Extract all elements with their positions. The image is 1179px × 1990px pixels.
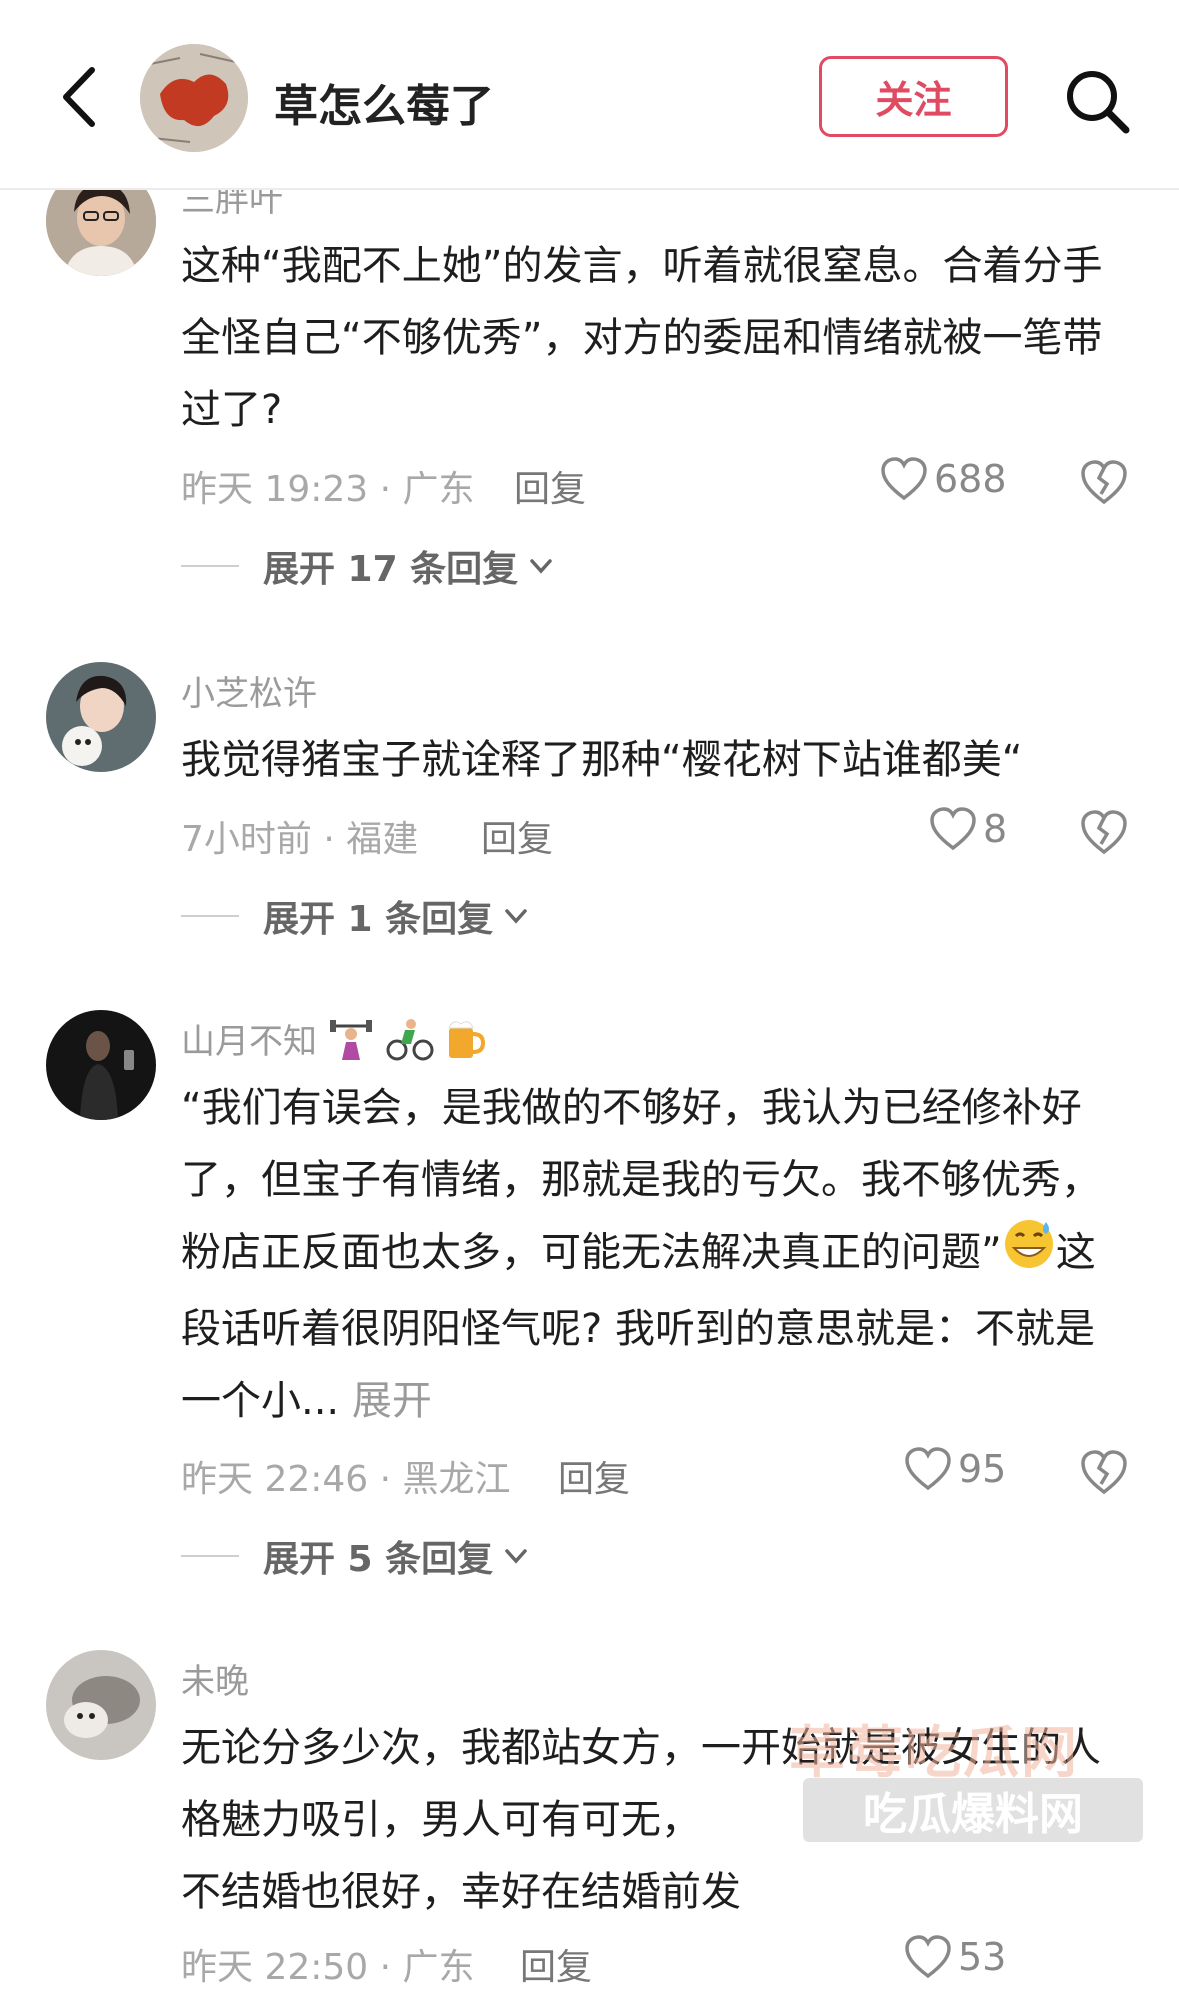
reply-button[interactable]: 回复: [520, 1938, 592, 1990]
heart-icon: [881, 457, 927, 501]
commenter-name[interactable]: 山月不知: [181, 1014, 486, 1071]
divider-line: [181, 1555, 239, 1557]
heart-icon: [930, 807, 976, 851]
comment-timestamp: 昨天 22:46 · 黑龙江: [181, 1459, 511, 1500]
expand-replies-button[interactable]: 展开 1 条回复: [181, 890, 529, 942]
like-count: 8: [983, 807, 1008, 851]
expand-replies-button[interactable]: 展开 5 条回复: [181, 1530, 529, 1582]
grinning-sweat-emoji: [1002, 1216, 1056, 1293]
commenter-name-text: 山月不知: [181, 1022, 317, 1062]
commenter-avatar[interactable]: [46, 662, 156, 772]
expand-replies-label: 展开 1 条回复: [263, 899, 494, 940]
commenter-avatar[interactable]: [46, 1010, 156, 1120]
commenter-name[interactable]: 未晚: [181, 1654, 249, 1703]
expand-text-link[interactable]: 展开: [352, 1378, 432, 1424]
follow-button[interactable]: 关注: [819, 56, 1008, 137]
like-count: 95: [958, 1447, 1007, 1491]
expand-replies-button[interactable]: 展开 17 条回复: [181, 540, 554, 592]
like-count: 53: [958, 1935, 1007, 1979]
expand-replies-label: 展开 5 条回复: [263, 1539, 494, 1580]
heart-icon: [905, 1447, 951, 1491]
comment-text: 我觉得猪宝子就诠释了那种“樱花树下站谁都美“: [181, 737, 1023, 783]
profile-avatar[interactable]: [140, 44, 248, 152]
like-button[interactable]: 8: [929, 806, 1007, 852]
commenter-name[interactable]: 小芝松许: [181, 666, 317, 715]
page-title: 草怎么莓了: [274, 81, 494, 132]
commenter-avatar[interactable]: [46, 1650, 156, 1760]
watermark-url: www.cmcgw.com: [843, 1836, 1015, 1860]
divider-line: [181, 565, 239, 567]
heart-icon: [905, 1935, 951, 1979]
weightlifter-emoji: [328, 1016, 374, 1071]
chevron-down-icon: [530, 559, 552, 574]
comment-text: “我们有误会，是我做的不够好，我认为已经修补好了，但宝子有情绪，那就是我的亏欠。…: [181, 1072, 1131, 1437]
search-icon[interactable]: [1062, 66, 1132, 136]
like-button[interactable]: 688: [880, 456, 1007, 502]
comment-timestamp: 昨天 19:23 · 广东: [181, 469, 475, 510]
cyclist-emoji: [385, 1016, 435, 1071]
broken-heart-icon[interactable]: [1080, 808, 1128, 856]
comment-text: 这种“我配不上她”的发言，听着就很窒息。合着分手全怪自己“不够优秀”，对方的委屈…: [181, 243, 1103, 433]
back-arrow-icon[interactable]: [54, 62, 114, 132]
chevron-down-icon: [505, 1549, 527, 1564]
like-count: 688: [934, 457, 1007, 501]
beer-emoji: [445, 1016, 486, 1071]
divider-line: [181, 915, 239, 917]
chevron-down-icon: [505, 909, 527, 924]
site-watermark: 草莓吃瓜网 吃瓜爆料网 www.cmcgw.com: [779, 1708, 1159, 1868]
top-bar: 草怎么莓了 关注: [0, 0, 1179, 190]
comment-text-part2: 不结婚也很好，幸好在结婚前发: [181, 1869, 741, 1915]
broken-heart-icon[interactable]: [1080, 458, 1128, 506]
watermark-banner: 吃瓜爆料网: [803, 1778, 1143, 1842]
reply-button[interactable]: 回复: [481, 810, 553, 862]
watermark-title: 草莓吃瓜网: [789, 1721, 1079, 1786]
comment-timestamp: 昨天 22:50 · 广东: [181, 1947, 475, 1988]
comment-text-part1: “我们有误会，是我做的不够好，我认为已经修补好了，但宝子有情绪，那就是我的亏欠。…: [181, 1085, 1101, 1276]
like-button[interactable]: 53: [904, 1934, 1006, 1980]
expand-replies-label: 展开 17 条回复: [263, 549, 519, 590]
comment-timestamp: 7小时前 · 福建: [181, 819, 419, 860]
reply-button[interactable]: 回复: [558, 1450, 630, 1502]
broken-heart-icon[interactable]: [1080, 1448, 1128, 1496]
like-button[interactable]: 95: [904, 1446, 1006, 1492]
reply-button[interactable]: 回复: [514, 460, 586, 512]
